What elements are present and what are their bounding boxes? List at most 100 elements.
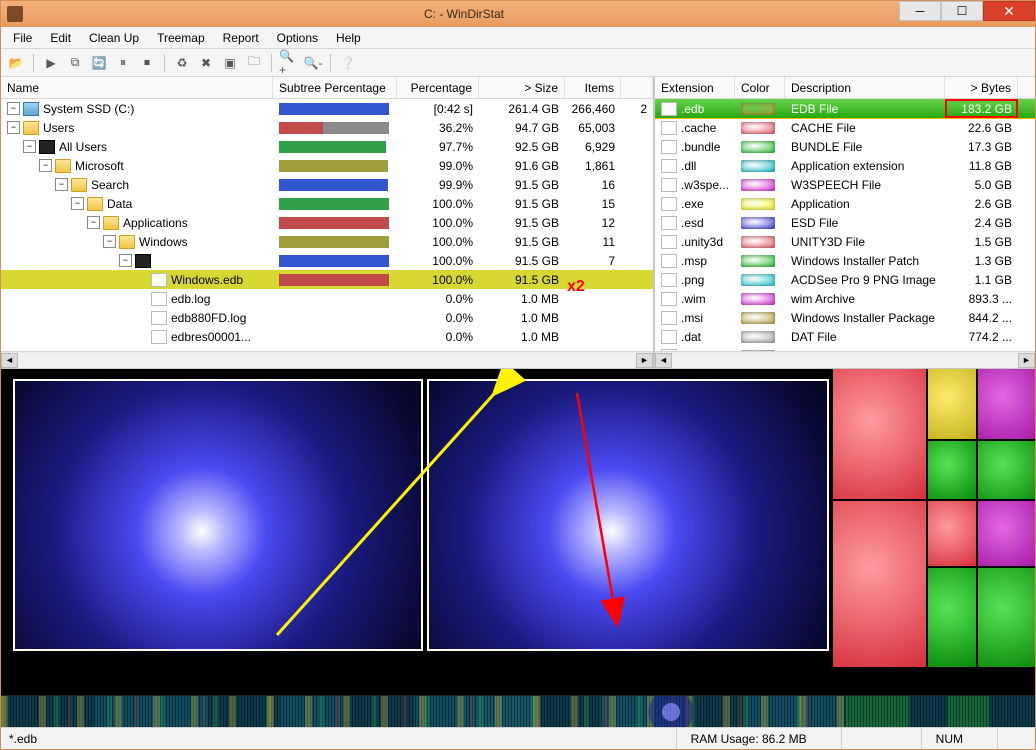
ext-row[interactable]: .wimwim Archive893.3 ... — [655, 289, 1035, 308]
zoom-in-icon[interactable]: 🔍+ — [278, 52, 300, 74]
ext-row[interactable]: .pngACDSee Pro 9 PNG Image1.1 GB — [655, 270, 1035, 289]
play-icon[interactable]: ▶ — [40, 52, 62, 74]
ext-row[interactable]: .cacheCACHE File22.6 GB — [655, 118, 1035, 137]
cell-description: wim Archive — [785, 289, 945, 308]
menu-report[interactable]: Report — [215, 29, 267, 47]
ext-row[interactable]: .binBIN File609.0 ... — [655, 346, 1035, 351]
cell-percentage: 36.2% — [397, 118, 479, 137]
minimize-button[interactable]: ─ — [899, 1, 941, 21]
cell-ext: .msp — [655, 251, 735, 270]
cell-size: 91.5 GB — [479, 251, 565, 270]
tree-row[interactable]: − 100.0%91.5 GB7 — [1, 251, 653, 270]
tree-hscroll[interactable]: ◄ ► — [1, 351, 653, 368]
col-extension[interactable]: Extension — [655, 77, 735, 98]
ext-row[interactable]: .msiWindows Installer Package844.2 ... — [655, 308, 1035, 327]
menu-cleanup[interactable]: Clean Up — [81, 29, 147, 47]
tree-row[interactable]: edb880FD.log0.0%1.0 MB — [1, 308, 653, 327]
explorer-icon[interactable]: 🗀 — [243, 52, 265, 74]
help-icon[interactable]: ❔ — [337, 52, 359, 74]
ext-row[interactable]: .esdESD File2.4 GB — [655, 213, 1035, 232]
cell-description: EDB File — [785, 99, 945, 118]
expand-icon[interactable]: − — [7, 102, 20, 115]
ext-row[interactable]: .mspWindows Installer Patch1.3 GB — [655, 251, 1035, 270]
copy-icon[interactable]: ⧉ — [64, 52, 86, 74]
stop-icon[interactable]: ⏹ — [136, 52, 158, 74]
cell-size: 91.5 GB — [479, 194, 565, 213]
col-subtree[interactable]: Subtree Percentage — [273, 77, 397, 98]
tree-row[interactable]: −Applications100.0%91.5 GB12 — [1, 213, 653, 232]
tree-row[interactable]: Windows.edb100.0%91.5 GB — [1, 270, 653, 289]
tree-row[interactable]: edb.log0.0%1.0 MB — [1, 289, 653, 308]
tree-rows[interactable]: −System SSD (C:)[0:42 s]261.4 GB266,4602… — [1, 99, 653, 351]
col-name[interactable]: Name — [1, 77, 273, 98]
recycle-icon[interactable]: ♻ — [171, 52, 193, 74]
treemap-pane[interactable] — [1, 369, 1035, 695]
refresh-icon[interactable]: 🔄 — [88, 52, 110, 74]
col-items[interactable]: Items — [565, 77, 621, 98]
ext-row[interactable]: .unity3dUNITY3D File1.5 GB — [655, 232, 1035, 251]
ext-rows[interactable]: .edbEDB File183.2 GB.cacheCACHE File22.6… — [655, 99, 1035, 351]
ext-row[interactable]: .dllApplication extension11.8 GB — [655, 156, 1035, 175]
expand-icon[interactable]: − — [23, 140, 36, 153]
expand-icon[interactable]: − — [103, 235, 116, 248]
tree-row[interactable]: −Search99.9%91.5 GB16 — [1, 175, 653, 194]
ext-hscroll[interactable]: ◄ ► — [655, 351, 1035, 368]
col-bytes[interactable]: > Bytes — [945, 77, 1018, 98]
tree-row[interactable]: −Microsoft99.0%91.6 GB1,861 — [1, 156, 653, 175]
ext-row[interactable]: .bundleBUNDLE File17.3 GB — [655, 137, 1035, 156]
menu-file[interactable]: File — [5, 29, 40, 47]
tree-row[interactable]: −Users36.2%94.7 GB65,003 — [1, 118, 653, 137]
expand-icon[interactable]: − — [7, 121, 20, 134]
cell-color-swatch — [735, 194, 785, 213]
treemap-mosaic[interactable] — [833, 369, 1035, 661]
cmd-icon[interactable]: ▣ — [219, 52, 241, 74]
expand-icon[interactable]: − — [39, 159, 52, 172]
cell-ext: .dat — [655, 327, 735, 346]
expand-icon[interactable]: − — [119, 254, 132, 267]
treemap-block-2[interactable] — [427, 379, 829, 651]
scroll-left-icon[interactable]: ◄ — [655, 353, 672, 368]
tree-row[interactable]: −Data100.0%91.5 GB15 — [1, 194, 653, 213]
tree-row[interactable]: −System SSD (C:)[0:42 s]261.4 GB266,4602 — [1, 99, 653, 118]
menu-edit[interactable]: Edit — [42, 29, 79, 47]
zoom-out-icon[interactable]: 🔍- — [302, 52, 324, 74]
expand-icon[interactable]: − — [55, 178, 68, 191]
tree-row[interactable]: edbres00001...0.0%1.0 MB — [1, 327, 653, 346]
col-color[interactable]: Color — [735, 77, 785, 98]
close-button[interactable]: ✕ — [983, 1, 1035, 21]
ext-row[interactable]: .w3spe...W3SPEECH File5.0 GB — [655, 175, 1035, 194]
expand-icon[interactable]: − — [87, 216, 100, 229]
cell-size: 92.5 GB — [479, 137, 565, 156]
title-bar[interactable]: C: - WinDirStat ─ ☐ ✕ — [1, 1, 1035, 27]
col-description[interactable]: Description — [785, 77, 945, 98]
cell-percentage: 100.0% — [397, 251, 479, 270]
treemap-block-1[interactable] — [13, 379, 423, 651]
ext-row[interactable]: .exeApplication2.6 GB — [655, 194, 1035, 213]
menu-treemap[interactable]: Treemap — [149, 29, 213, 47]
delete-icon[interactable]: ✖ — [195, 52, 217, 74]
pause-icon[interactable]: ⏸ — [112, 52, 134, 74]
cell-items: 7 — [565, 251, 621, 270]
cell-bytes: 183.2 GB — [945, 99, 1018, 118]
col-percentage[interactable]: Percentage — [397, 77, 479, 98]
col-size[interactable]: > Size — [479, 77, 565, 98]
ext-row[interactable]: .datDAT File774.2 ... — [655, 327, 1035, 346]
tree-row[interactable]: −Windows100.0%91.5 GB11 — [1, 232, 653, 251]
scroll-left-icon[interactable]: ◄ — [1, 353, 18, 368]
menu-help[interactable]: Help — [328, 29, 369, 47]
scroll-right-icon[interactable]: ► — [636, 353, 653, 368]
menu-options[interactable]: Options — [269, 29, 326, 47]
maximize-button[interactable]: ☐ — [941, 1, 983, 21]
open-icon[interactable]: 📂 — [5, 52, 27, 74]
cell-subtree-bar — [273, 327, 397, 346]
tree-row[interactable]: −All Users97.7%92.5 GB6,929 — [1, 137, 653, 156]
expand-icon[interactable]: − — [71, 197, 84, 210]
cell-bytes: 1.1 GB — [945, 270, 1018, 289]
cell-ext: .msi — [655, 308, 735, 327]
file-icon — [661, 235, 677, 249]
treemap-strip[interactable] — [1, 695, 1035, 727]
scroll-right-icon[interactable]: ► — [1018, 353, 1035, 368]
col-extra[interactable] — [621, 77, 653, 98]
cell-ext: .wim — [655, 289, 735, 308]
ext-row[interactable]: .edbEDB File183.2 GB — [655, 99, 1035, 118]
